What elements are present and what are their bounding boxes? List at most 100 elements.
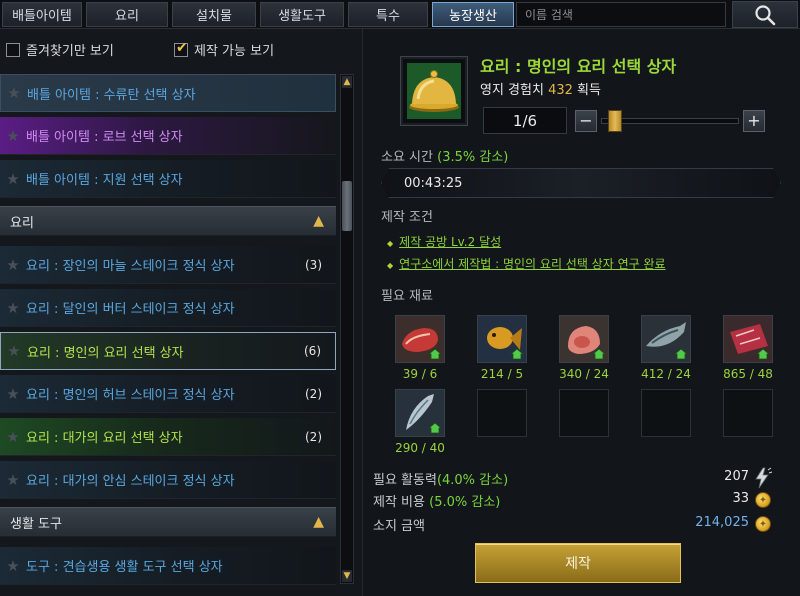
list-item[interactable]: ★ 요리 : 대가의 안심 스테이크 정식 상자	[0, 461, 336, 499]
tab-life-tools[interactable]: 생활도구	[260, 2, 344, 27]
favorite-star-icon[interactable]: ★	[0, 385, 26, 403]
time-label-text: 소요 시간	[381, 150, 433, 165]
scroll-down-icon[interactable]: ▼	[342, 570, 352, 582]
exp-reward: 영지 경험치 432 획득	[480, 79, 601, 98]
condition-item[interactable]: 제작 공방 Lv.2 달성	[387, 233, 501, 250]
cost-row: 제작 비용 (5.0% 감소) 33 ✦	[373, 489, 783, 511]
list-item-label: 요리 : 장인의 마늘 스테이크 정식 상자	[26, 259, 235, 274]
favorite-star-icon[interactable]: ★	[0, 471, 26, 489]
energy-label-text: 필요 활동력	[373, 473, 437, 488]
house-icon	[756, 348, 770, 360]
time-value: 00:43:25	[404, 175, 463, 191]
material-qty: 214 / 5	[480, 367, 524, 381]
slider-track[interactable]	[601, 109, 739, 132]
time-discount: (3.5% 감소)	[437, 150, 509, 165]
category-label: 생활 도구	[10, 516, 62, 532]
list-item-label: 배틀 아이템 : 수류탄 선택 상자	[27, 87, 196, 103]
craftable-checkbox[interactable]	[174, 40, 188, 57]
list-item[interactable]: ★ 요리 : 장인의 마늘 스테이크 정식 상자 (3)	[0, 246, 336, 284]
increase-button[interactable]: +	[743, 109, 765, 132]
energy-discount: (4.0% 감소)	[436, 473, 509, 488]
house-icon	[674, 348, 688, 360]
collapse-caret-icon[interactable]: ▲	[313, 213, 324, 229]
list-item[interactable]: ★ 배틀 아이템 : 수류탄 선택 상자	[0, 74, 336, 112]
list-item[interactable]: ★ 배틀 아이템 : 지원 선택 상자	[0, 160, 336, 198]
energy-label: 필요 활동력(4.0% 감소)	[373, 469, 508, 488]
favorite-star-icon[interactable]: ★	[0, 256, 26, 274]
material-slot[interactable]	[641, 315, 691, 363]
decrease-button[interactable]: −	[575, 109, 597, 132]
list-item[interactable]: ★ 배틀 아이템 : 로브 선택 상자	[0, 117, 336, 155]
material-slot[interactable]	[477, 315, 527, 363]
energy-value: 207	[724, 469, 749, 484]
recipe-detail-panel: 요리 : 명인의 요리 선택 상자 영지 경험치 432 획득 1/6 − + …	[362, 29, 800, 596]
category-tab-bar: 배틀아이템 요리 설치물 생활도구 특수 농장생산	[0, 0, 800, 29]
tab-battle-items[interactable]: 배틀아이템	[2, 2, 82, 27]
favorite-star-icon[interactable]: ★	[1, 84, 27, 102]
favorites-checkbox[interactable]	[6, 42, 20, 57]
recipe-list: ★ 배틀 아이템 : 수류탄 선택 상자 ★ 배틀 아이템 : 로브 선택 상자…	[0, 70, 338, 596]
search-button[interactable]	[732, 1, 798, 28]
category-header-life-tools[interactable]: 생활 도구 ▲	[0, 507, 336, 537]
category-header-cooking[interactable]: 요리 ▲	[0, 206, 336, 236]
list-item[interactable]: ★ 요리 : 대가의 요리 선택 상자 (2)	[0, 418, 336, 456]
list-item-label: 도구 : 견습생용 생활 도구 선택 상자	[26, 560, 223, 575]
search-icon	[755, 4, 776, 25]
craftable-count: (3)	[305, 257, 322, 272]
materials-label: 필요 재료	[381, 289, 433, 304]
favorite-star-icon[interactable]: ★	[0, 127, 26, 145]
tab-special[interactable]: 특수	[348, 2, 428, 27]
cost-value: 33	[732, 491, 749, 506]
search-input[interactable]	[516, 2, 726, 27]
collapse-caret-icon[interactable]: ▲	[313, 514, 324, 530]
material-slot[interactable]	[395, 389, 445, 437]
scroll-thumb[interactable]	[342, 181, 352, 231]
list-item-label: 요리 : 대가의 안심 스테이크 정식 상자	[26, 474, 235, 489]
gold-value: 214,025	[695, 515, 749, 530]
house-icon	[428, 348, 442, 360]
material-slot[interactable]	[395, 315, 445, 363]
favorite-star-icon[interactable]: ★	[0, 557, 26, 575]
material-slot[interactable]	[559, 315, 609, 363]
exp-label: 영지 경험치	[480, 83, 544, 98]
tab-installations[interactable]: 설치물	[172, 2, 256, 27]
list-item-label: 배틀 아이템 : 지원 선택 상자	[26, 173, 183, 188]
gold-row: 소지 금액 214,025 ✦	[373, 513, 783, 535]
material-slot[interactable]	[723, 315, 773, 363]
quantity-display[interactable]: 1/6	[483, 107, 567, 134]
list-item-label: 배틀 아이템 : 로브 선택 상자	[26, 130, 183, 145]
favorite-star-icon[interactable]: ★	[0, 299, 26, 317]
list-item-label: 요리 : 달인의 버터 스테이크 정식 상자	[26, 302, 235, 317]
favorite-star-icon[interactable]: ★	[1, 342, 27, 360]
material-qty: 39 / 6	[402, 367, 438, 381]
material-slot-empty	[477, 389, 527, 437]
condition-item[interactable]: 연구소에서 제작법 : 명인의 요리 선택 상자 연구 완료	[387, 255, 665, 272]
scroll-up-icon[interactable]: ▲	[342, 76, 352, 88]
tab-farm-production[interactable]: 농장생산	[432, 2, 514, 27]
list-item-label: 요리 : 명인의 허브 스테이크 정식 상자	[26, 388, 235, 403]
lightning-icon	[755, 467, 773, 489]
conditions-label: 제작 조건	[381, 210, 433, 225]
list-item[interactable]: ★ 요리 : 명인의 허브 스테이크 정식 상자 (2)	[0, 375, 336, 413]
craftable-filter[interactable]: 제작 가능 보기	[174, 40, 274, 59]
favorite-star-icon[interactable]: ★	[0, 428, 26, 446]
favorites-filter[interactable]: 즐겨찾기만 보기	[6, 40, 114, 59]
list-item-selected[interactable]: ★ 요리 : 명인의 요리 선택 상자 (6)	[0, 332, 336, 370]
list-item[interactable]: ★ 도구 : 견습생용 생활 도구 선택 상자	[0, 547, 336, 585]
cost-discount: (5.0% 감소)	[429, 495, 501, 510]
gold-coin-icon: ✦	[755, 516, 771, 532]
slider-knob[interactable]	[608, 109, 623, 132]
favorite-star-icon[interactable]: ★	[0, 170, 26, 188]
gold-label: 소지 금액	[373, 519, 425, 534]
cost-label-text: 제작 비용	[373, 495, 425, 510]
list-item[interactable]: ★ 요리 : 달인의 버터 스테이크 정식 상자	[0, 289, 336, 327]
list-scrollbar[interactable]: ▲ ▼	[340, 74, 354, 584]
quantity-slider[interactable]: − +	[575, 107, 765, 134]
craft-button[interactable]: 제작	[475, 543, 681, 583]
energy-row: 필요 활동력(4.0% 감소) 207	[373, 467, 783, 489]
craftable-count: (2)	[305, 386, 322, 401]
tab-cooking[interactable]: 요리	[86, 2, 168, 27]
craftable-count: (6)	[304, 344, 321, 358]
craftable-count: (2)	[305, 429, 322, 444]
material-qty: 865 / 48	[723, 367, 773, 381]
